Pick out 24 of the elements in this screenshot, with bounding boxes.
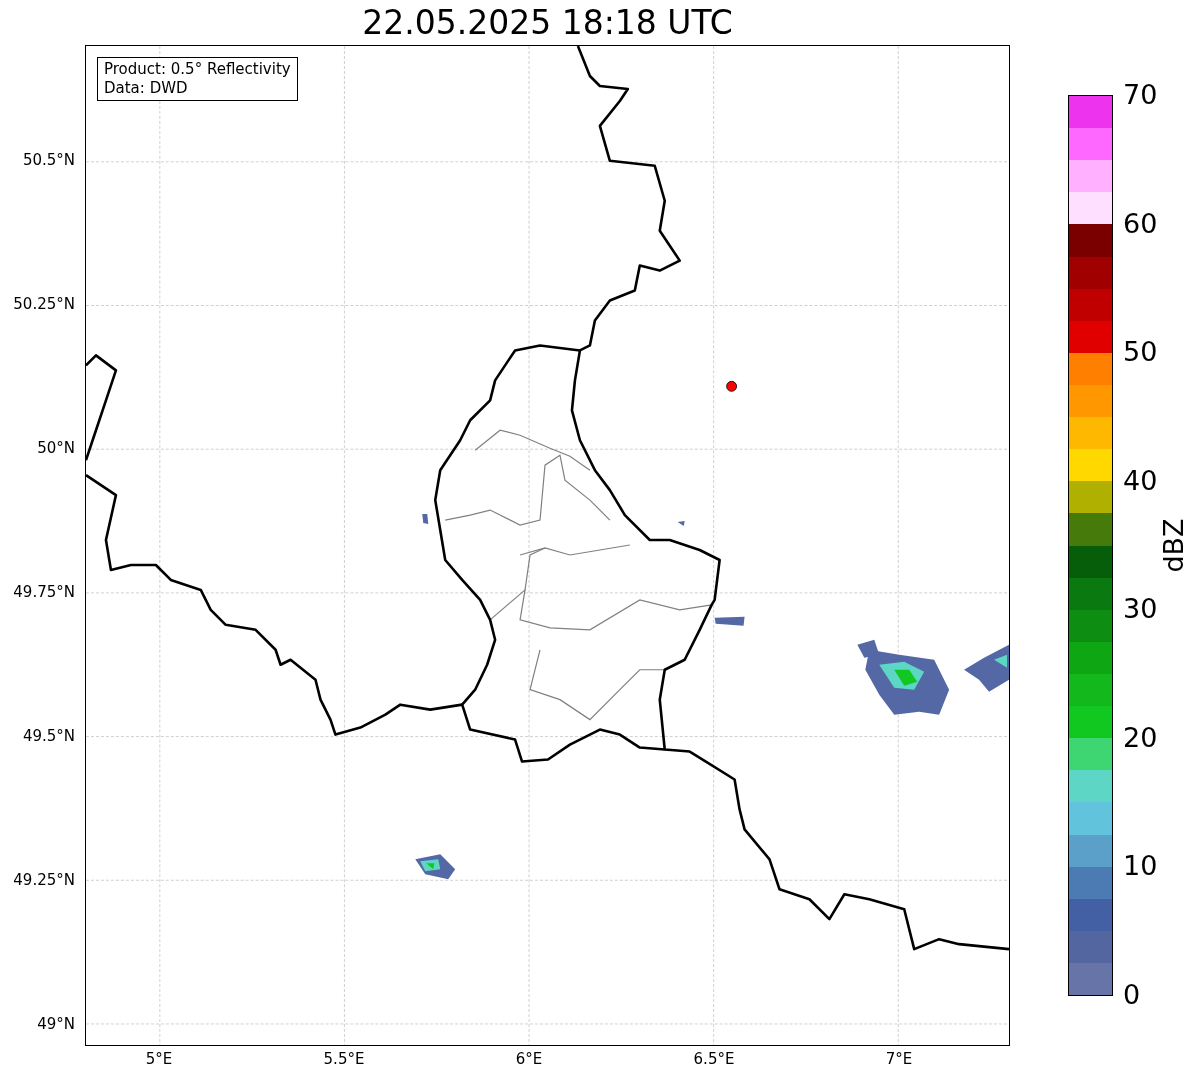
latitude-label: 50°N [37,441,75,456]
colorbar-axis-label: dBZ [1159,518,1187,573]
latitude-label: 49°N [37,1017,75,1032]
chart-title: 22.05.2025 18:18 UTC [362,6,733,39]
longitude-label: 5°E [145,1052,173,1067]
colorbar-tick-label: 60 [1123,209,1158,237]
latitude-label: 49.75°N [13,585,75,600]
legend-text: Data: DWD [104,79,189,98]
latitude-label: 50.25°N [13,297,75,312]
latitude-label: 49.25°N [13,873,75,888]
colorbar-tick-label: 40 [1123,466,1158,494]
legend-text: Product: 0.5° Reflectivity [104,60,291,79]
colorbar-tick-label: 70 [1123,81,1158,108]
colorbar-tick-label: 20 [1123,723,1158,751]
colorbar-tick-label: 10 [1123,852,1158,880]
latitude-label: 49.5°N [22,729,75,744]
latitude-label: 50.5°N [22,153,75,168]
longitude-label: 6.5°E [693,1052,735,1067]
longitude-label: 5.5°E [323,1052,365,1067]
longitude-label: 6°E [515,1052,543,1067]
colorbar-tick-label: 0 [1123,981,1141,1008]
longitude-label: 7°E [885,1052,913,1067]
colorbar-tick-label: 50 [1123,338,1158,366]
colorbar-tick-label: 30 [1123,595,1158,623]
